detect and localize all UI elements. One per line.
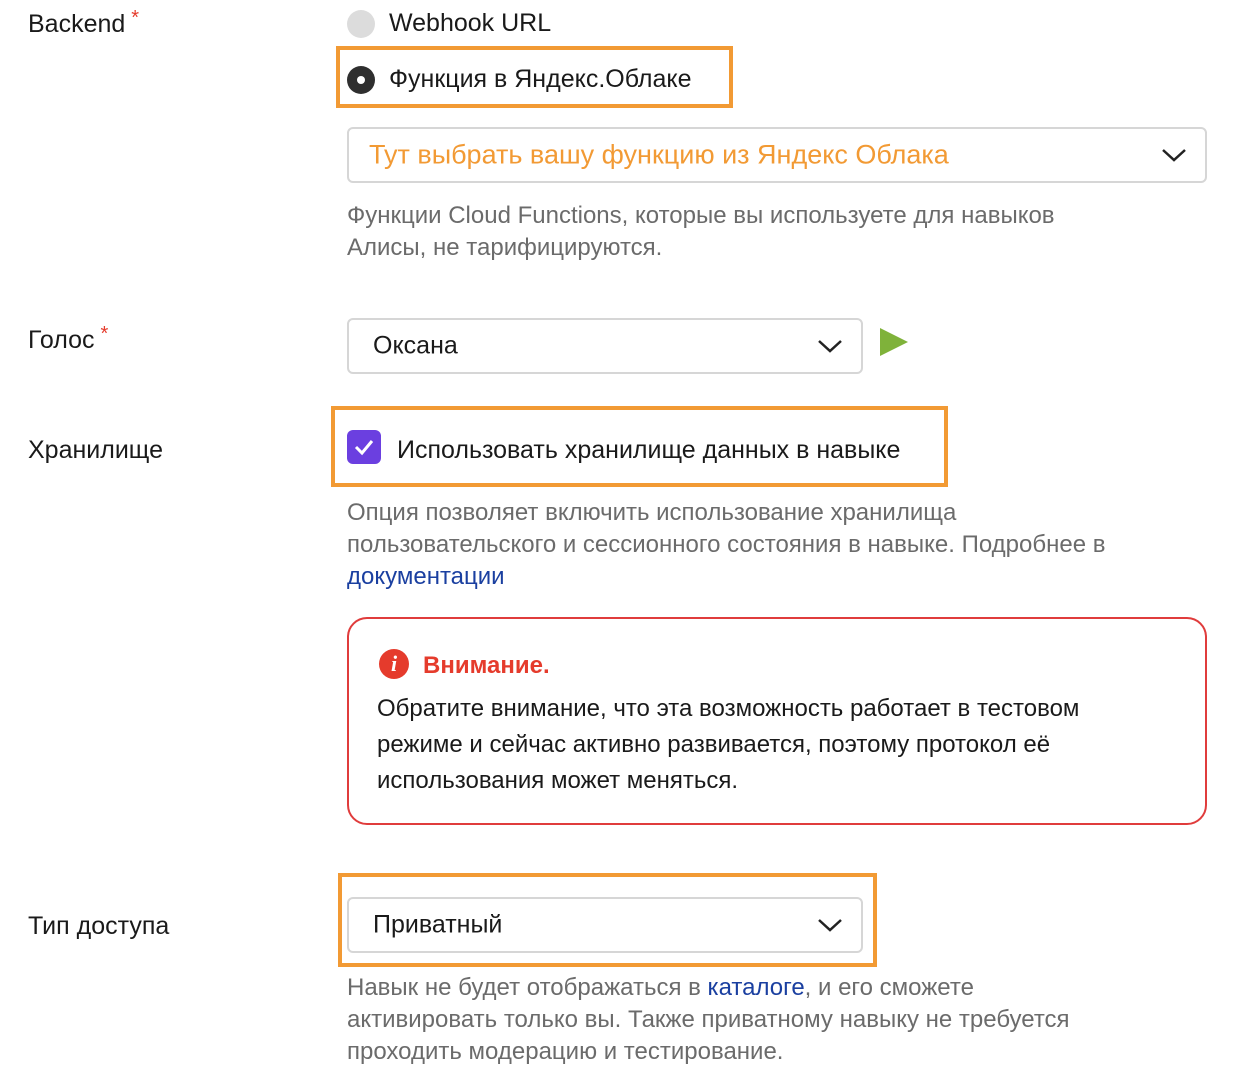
storage-label: Хранилище (28, 436, 163, 464)
documentation-link[interactable]: документации (347, 563, 505, 590)
chevron-down-icon (1162, 149, 1186, 162)
checkmark-icon (354, 440, 374, 456)
chevron-down-icon (818, 919, 842, 932)
radio-webhook-url[interactable] (347, 10, 375, 38)
chevron-down-icon (818, 340, 842, 353)
access-hint: Навык не будет отображаться в каталоге, … (347, 974, 1070, 1065)
radio-yandex-function[interactable] (347, 66, 375, 94)
play-icon[interactable] (880, 328, 908, 356)
storage-hint: Опция позволяет включить использование х… (347, 499, 1106, 590)
function-select[interactable]: Тут выбрать вашу функцию из Яндекс Облак… (347, 127, 1207, 183)
info-icon: i (379, 649, 409, 679)
voice-select-value: Оксана (373, 331, 458, 360)
radio-webhook-url-label: Webhook URL (389, 9, 552, 37)
access-type-select-value: Приватный (373, 910, 503, 939)
alert-body: Обратите внимание, что эта возможность р… (377, 695, 1080, 794)
voice-label: Голос * (28, 323, 109, 354)
required-mark: * (131, 7, 140, 29)
alert-title: Внимание. (423, 652, 550, 679)
storage-checkbox[interactable] (347, 430, 381, 464)
warning-alert: i Внимание. Обратите внимание, что эта в… (347, 617, 1207, 825)
radio-yandex-function-label: Функция в Яндекс.Облаке (389, 65, 692, 93)
catalog-link[interactable]: каталоге (708, 974, 805, 1001)
function-select-placeholder: Тут выбрать вашу функцию из Яндекс Облак… (369, 139, 949, 170)
access-type-select[interactable]: Приватный (347, 897, 863, 953)
required-mark: * (100, 323, 109, 345)
access-type-label: Тип доступа (28, 912, 170, 940)
backend-hint: Функции Cloud Functions, которые вы испо… (347, 202, 1055, 261)
voice-select[interactable]: Оксана (347, 318, 863, 374)
storage-checkbox-label: Использовать хранилище данных в навыке (397, 436, 901, 464)
backend-label: Backend * (28, 7, 140, 38)
